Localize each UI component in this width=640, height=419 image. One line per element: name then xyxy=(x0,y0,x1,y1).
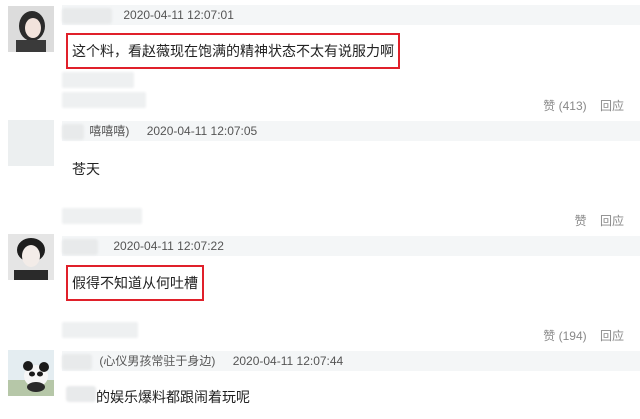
like-label[interactable]: 赞 xyxy=(543,329,555,343)
redacted-line xyxy=(62,322,138,338)
comment-text-highlighted: 假得不知道从何吐槽 xyxy=(66,265,204,301)
comment-meta: 2020-04-11 12:07:01 xyxy=(62,5,640,25)
avatar-image-icon xyxy=(8,234,54,280)
like-button[interactable]: 赞 xyxy=(575,214,587,228)
comment-meta: 2020-04-11 12:07:22 xyxy=(62,236,640,256)
avatar[interactable] xyxy=(8,350,54,396)
avatar[interactable] xyxy=(8,120,54,166)
avatar[interactable] xyxy=(8,6,54,52)
comment-actions: 赞 (194) 回应 xyxy=(533,327,624,343)
comment-time: 2020-04-11 12:07:22 xyxy=(113,239,224,253)
blurred-username xyxy=(66,386,96,402)
reply-button[interactable]: 回应 xyxy=(600,329,624,343)
blurred-username[interactable] xyxy=(62,353,92,370)
comment-text: 假得不知道从何吐槽 xyxy=(72,275,198,291)
comment-actions: 赞 回应 xyxy=(565,212,624,228)
comment-nickname[interactable]: 嘻嘻嘻) xyxy=(89,124,129,138)
reply-button[interactable]: 回应 xyxy=(600,214,624,228)
comment-page: { "comments": [ {"nick": "", "time": "20… xyxy=(0,0,640,419)
reply-button[interactable]: 回应 xyxy=(600,99,624,113)
blurred-username[interactable] xyxy=(62,7,112,24)
avatar[interactable] xyxy=(8,234,54,280)
like-button: 赞 (194) xyxy=(543,329,586,343)
panda-avatar-icon xyxy=(8,350,54,396)
comment-nickname[interactable]: (心仪男孩常驻于身边) xyxy=(99,354,215,368)
like-count: (194) xyxy=(558,329,587,343)
comment-time: 2020-04-11 12:07:05 xyxy=(146,124,258,138)
avatar-image-icon xyxy=(8,6,54,52)
comment-time: 2020-04-11 12:07:01 xyxy=(123,8,234,22)
redacted-line xyxy=(62,92,146,108)
like-button[interactable]: 赞 (413) xyxy=(543,99,586,113)
comment-meta: (心仪男孩常驻于身边) 2020-04-11 12:07:44 xyxy=(62,351,640,371)
like-count: (413) xyxy=(558,99,587,113)
comment-time: 2020-04-11 12:07:44 xyxy=(232,354,344,368)
comment-meta: 嘻嘻嘻) 2020-04-11 12:07:05 xyxy=(62,121,640,141)
comment-text: 的娱乐爆料都跟闹着玩呢 xyxy=(96,389,250,405)
like-label: 赞 xyxy=(543,99,556,113)
comment-text-highlighted: 这个料，看赵薇现在饱满的精神状态不太有说服力啊 xyxy=(66,33,400,69)
redacted-line xyxy=(62,208,142,224)
comment-text: 这个料，看赵薇现在饱满的精神状态不太有说服力啊 xyxy=(72,43,394,59)
blurred-username[interactable] xyxy=(62,123,84,140)
redacted-line xyxy=(62,72,134,88)
comment-actions: 赞 (413) 回应 xyxy=(533,97,624,113)
comment-text: 苍天 xyxy=(72,161,100,177)
blurred-username[interactable] xyxy=(62,238,98,255)
